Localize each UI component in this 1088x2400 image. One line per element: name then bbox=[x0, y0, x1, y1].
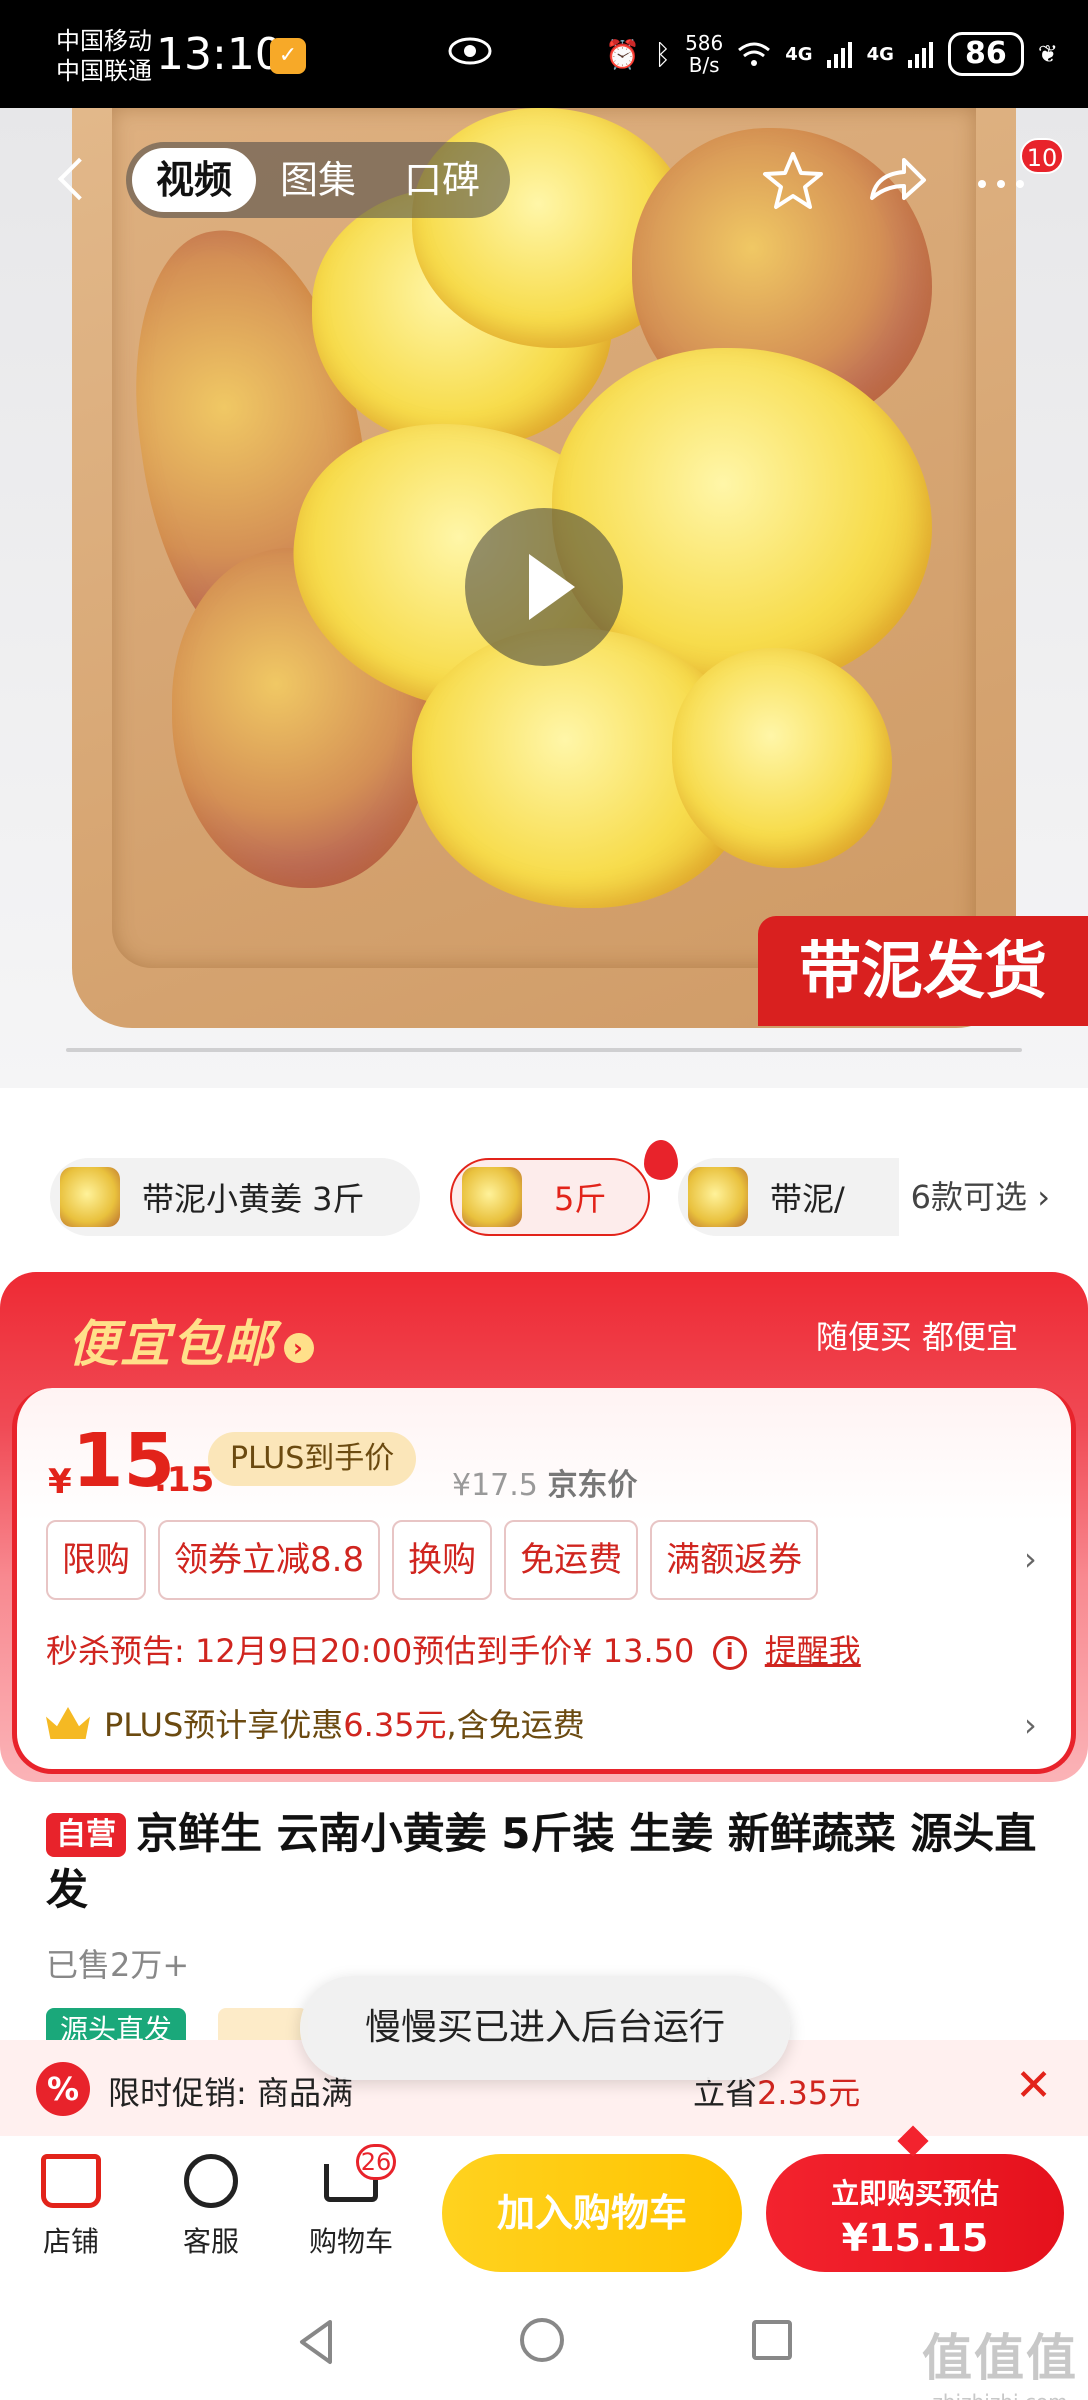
status-bar: 中国移动 中国联通 13:10 ✓ ⏰ ᛒ 586 B/s 4G 4G 86 ❦ bbox=[0, 0, 1088, 108]
chip-purchase-limit[interactable]: 限购 bbox=[46, 1520, 146, 1600]
sold-count: 已售2万+ bbox=[46, 1946, 190, 1984]
promo-slogan: 随便买 都便宜 bbox=[815, 1318, 1018, 1356]
variant-thumbnail bbox=[462, 1167, 522, 1227]
price-currency: ¥ bbox=[48, 1462, 72, 1502]
plus-discount-row[interactable]: PLUS预计享优惠 6.35元 ,含免运费 bbox=[46, 1700, 585, 1746]
variant-option-5jin[interactable]: 5斤 bbox=[450, 1158, 650, 1236]
mud-shipping-tag: 带泥发货 bbox=[758, 916, 1088, 1026]
chevron-right-icon: › bbox=[284, 1332, 314, 1363]
nav-back-icon[interactable] bbox=[296, 2318, 336, 2366]
signal-1-label: 4G bbox=[785, 43, 813, 65]
alarm-icon: ⏰ bbox=[605, 37, 641, 71]
plus-price-tag: PLUS到手价 bbox=[208, 1432, 417, 1486]
product-hero-media[interactable]: 带泥发货 bbox=[0, 108, 1088, 1088]
tab-reviews[interactable]: 口碑 bbox=[380, 148, 504, 212]
remind-me-link[interactable]: 提醒我 bbox=[765, 1632, 861, 1670]
play-video-button[interactable] bbox=[465, 508, 623, 666]
bluetooth-icon: ᛒ bbox=[654, 37, 672, 71]
wifi-icon bbox=[738, 42, 771, 66]
chip-rebate-coupon[interactable]: 满额返券 bbox=[650, 1520, 819, 1600]
variant-label: 带泥/ bbox=[770, 1180, 845, 1218]
cart-button[interactable]: 购物车 26 bbox=[296, 2144, 406, 2260]
status-icons: ⏰ ᛒ 586 B/s 4G 4G 86 ❦ bbox=[605, 32, 1058, 76]
carrier-1: 中国移动 bbox=[56, 27, 152, 55]
shop-icon bbox=[41, 2154, 101, 2208]
hot-flame-icon bbox=[644, 1140, 678, 1180]
buy-now-price: ¥15.15 bbox=[841, 2216, 989, 2260]
signal-icon bbox=[907, 42, 933, 68]
customer-service-icon bbox=[184, 2154, 238, 2208]
cart-count-badge: 26 bbox=[356, 2144, 396, 2180]
chip-exchange[interactable]: 换购 bbox=[392, 1520, 493, 1600]
customer-service-button[interactable]: 客服 bbox=[156, 2154, 266, 2260]
tab-gallery[interactable]: 图集 bbox=[256, 148, 380, 212]
price-decimal: .15 bbox=[154, 1460, 215, 1500]
nav-recents-icon[interactable] bbox=[752, 2320, 792, 2360]
variant-selector: 带泥小黄姜 3斤 5斤 带泥/ 6款可选 › bbox=[50, 1140, 1070, 1238]
carrier-names: 中国移动 中国联通 bbox=[56, 26, 152, 86]
toast-message: 慢慢买已进入后台运行 bbox=[300, 1976, 790, 2080]
variant-thumbnail bbox=[60, 1167, 120, 1227]
jd-price: ¥17.5 京东价 bbox=[452, 1468, 638, 1503]
buy-now-label: 立即购买预估 bbox=[830, 2177, 999, 2210]
variant-label: 带泥小黄姜 3斤 bbox=[142, 1180, 365, 1218]
offer-chips: 限购 领券立减8.8 换购 免运费 满额返券 bbox=[46, 1520, 819, 1600]
chevron-right-icon[interactable]: › bbox=[1024, 1540, 1037, 1578]
signal-icon bbox=[826, 42, 852, 68]
product-title: 自营 京鲜生 云南小黄姜 5斤装 生姜 新鲜蔬菜 源头直发 bbox=[46, 1809, 1037, 1914]
battery-indicator: 86 bbox=[947, 32, 1024, 76]
variant-label: 5斤 bbox=[554, 1180, 607, 1218]
net-speed: 586 B/s bbox=[685, 31, 724, 77]
shop-label: 店铺 bbox=[42, 2225, 99, 2258]
app-notification-icon: ✓ bbox=[270, 38, 306, 74]
variant-thumbnail bbox=[688, 1167, 748, 1227]
chip-free-shipping[interactable]: 免运费 bbox=[504, 1520, 639, 1600]
close-icon[interactable]: ✕ bbox=[1015, 2060, 1052, 2111]
carrier-2: 中国联通 bbox=[56, 57, 152, 85]
cart-label: 购物车 bbox=[308, 2225, 393, 2258]
shop-button[interactable]: 店铺 bbox=[16, 2154, 126, 2260]
self-operated-badge: 自营 bbox=[46, 1813, 126, 1857]
info-icon[interactable]: i bbox=[712, 1636, 747, 1670]
ginger-piece bbox=[672, 648, 892, 868]
flash-sale-preview: 秒杀预告: 12月9日20:00预估到手价¥ 13.50 i 提醒我 bbox=[46, 1632, 861, 1670]
variant-count-link[interactable]: 6款可选 › bbox=[898, 1158, 1050, 1236]
service-label: 客服 bbox=[182, 2225, 239, 2258]
back-button[interactable] bbox=[50, 150, 90, 210]
media-tabs: 视频 图集 口碑 bbox=[126, 142, 510, 218]
hero-progress-line bbox=[66, 1048, 1022, 1052]
signal-2-label: 4G bbox=[866, 43, 894, 65]
crown-icon bbox=[46, 1707, 90, 1739]
favorite-star-icon[interactable] bbox=[758, 146, 828, 216]
leaf-icon: ❦ bbox=[1037, 40, 1058, 68]
buy-now-button[interactable]: 立即购买预估 ¥15.15 bbox=[766, 2154, 1064, 2272]
watermark: 值值值 zhizhizhi.com bbox=[922, 2329, 1078, 2400]
bottom-action-bar: 店铺 客服 购物车 26 加入购物车 立即购买预估 ¥15.15 bbox=[0, 2136, 1088, 2292]
variant-option-3jin[interactable]: 带泥小黄姜 3斤 bbox=[50, 1158, 420, 1236]
nav-home-icon[interactable] bbox=[520, 2318, 564, 2362]
tab-video[interactable]: 视频 bbox=[132, 148, 256, 212]
promo-title[interactable]: 便宜包邮 › bbox=[68, 1304, 314, 1376]
more-badge-count: 10 bbox=[1020, 138, 1064, 174]
percent-icon: % bbox=[36, 2062, 90, 2116]
share-icon[interactable] bbox=[862, 146, 932, 216]
chip-coupon[interactable]: 领券立减8.8 bbox=[158, 1520, 381, 1600]
clock: 13:10 bbox=[156, 29, 283, 80]
add-to-cart-button[interactable]: 加入购物车 bbox=[442, 2154, 742, 2272]
chevron-right-icon[interactable]: › bbox=[1024, 1706, 1037, 1744]
eye-icon bbox=[448, 37, 492, 65]
